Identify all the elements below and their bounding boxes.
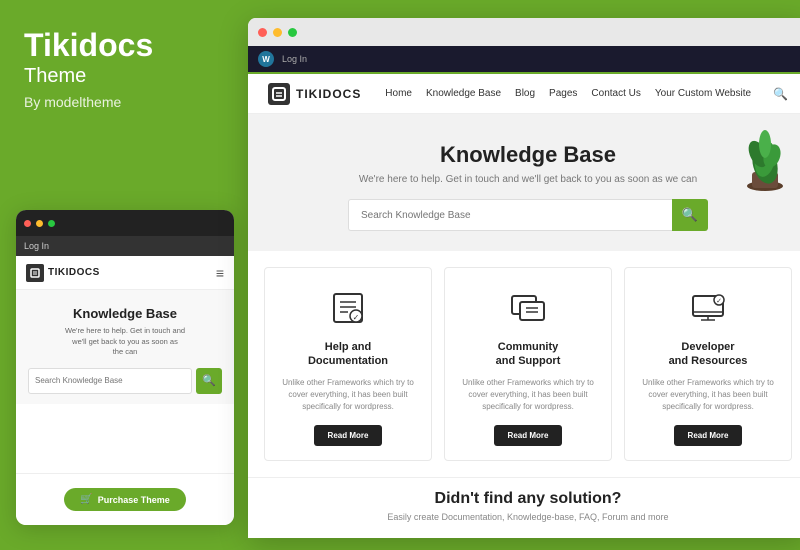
- nav-blog[interactable]: Blog: [515, 88, 535, 99]
- bottom-banner: Didn't find any solution? Easily create …: [248, 477, 800, 528]
- dot-yellow: [36, 220, 43, 227]
- brand-title: Tikidocs: [24, 28, 224, 63]
- mobile-login-bar: Log In: [16, 236, 234, 256]
- card-3-desc: Unlike other Frameworks which try to cov…: [637, 377, 779, 413]
- browser-dot-green: [288, 28, 297, 37]
- nav-home[interactable]: Home: [385, 88, 412, 99]
- mobile-nav: TIKIDOCS ≡: [16, 256, 234, 290]
- browser-dot-yellow: [273, 28, 282, 37]
- card-1-title: Help andDocumentation: [277, 340, 419, 369]
- site-logo: TIKIDOCS: [268, 83, 361, 105]
- hero-search-input[interactable]: [348, 199, 672, 231]
- card-icon-developer: ✓: [686, 286, 730, 330]
- mobile-login-label: Log In: [24, 241, 49, 251]
- mobile-logo-icon: [26, 264, 44, 282]
- browser-chrome: [248, 18, 800, 46]
- mobile-logo: TIKIDOCS: [26, 264, 100, 282]
- hero-subtitle: We're here to help. Get in touch and we'…: [268, 174, 788, 185]
- card-developer: ✓ Developerand Resources Unlike other Fr…: [624, 267, 792, 461]
- site-logo-icon: [268, 83, 290, 105]
- purchase-icon: 🛒: [80, 494, 92, 505]
- browser-topbar-login: Log In: [282, 54, 307, 64]
- nav-search-icon[interactable]: 🔍: [773, 87, 788, 101]
- mobile-card-topbar: [16, 210, 234, 236]
- mobile-search-button[interactable]: 🔍: [196, 368, 222, 394]
- nav-contact[interactable]: Contact Us: [591, 88, 640, 99]
- nav-custom[interactable]: Your Custom Website: [655, 88, 751, 99]
- card-3-title: Developerand Resources: [637, 340, 779, 369]
- wp-icon: W: [258, 51, 274, 67]
- mobile-hero-title: Knowledge Base: [28, 306, 222, 321]
- hamburger-icon[interactable]: ≡: [216, 265, 224, 281]
- svg-text:✓: ✓: [716, 298, 722, 305]
- card-2-btn[interactable]: Read More: [494, 425, 563, 446]
- card-1-btn[interactable]: Read More: [314, 425, 383, 446]
- mobile-search-input[interactable]: [28, 368, 192, 394]
- hero-section: Knowledge Base We're here to help. Get i…: [248, 114, 800, 251]
- site-logo-text: TIKIDOCS: [296, 87, 361, 101]
- nav-kb[interactable]: Knowledge Base: [426, 88, 501, 99]
- hero-search-row: 🔍: [348, 199, 708, 231]
- card-3-btn[interactable]: Read More: [674, 425, 743, 446]
- browser-topbar: W Log In: [248, 46, 800, 72]
- mobile-preview-card: Log In TIKIDOCS ≡ Knowledge Base We're h…: [16, 210, 234, 525]
- mobile-hero: Knowledge Base We're here to help. Get i…: [16, 290, 234, 404]
- mobile-bottom-bar: 🛒 Purchase Theme: [16, 473, 234, 525]
- mobile-logo-text: TIKIDOCS: [48, 267, 100, 278]
- dot-green: [48, 220, 55, 227]
- plant-decoration: [730, 114, 800, 194]
- bottom-sub: Easily create Documentation, Knowledge-b…: [268, 512, 788, 522]
- card-icon-community: [506, 286, 550, 330]
- bottom-title: Didn't find any solution?: [268, 490, 788, 508]
- purchase-theme-button[interactable]: 🛒 Purchase Theme: [64, 488, 185, 511]
- site-nav: TIKIDOCS Home Knowledge Base Blog Pages …: [248, 74, 800, 114]
- card-2-title: Communityand Support: [457, 340, 599, 369]
- card-2-desc: Unlike other Frameworks which try to cov…: [457, 377, 599, 413]
- card-community: Communityand Support Unlike other Framew…: [444, 267, 612, 461]
- browser-dot-red: [258, 28, 267, 37]
- cards-section: ✓ Help andDocumentation Unlike other Fra…: [248, 251, 800, 477]
- purchase-label: Purchase Theme: [98, 495, 170, 505]
- card-help-docs: ✓ Help andDocumentation Unlike other Fra…: [264, 267, 432, 461]
- nav-pages[interactable]: Pages: [549, 88, 577, 99]
- mobile-hero-sub: We're here to help. Get in touch andwe'l…: [28, 326, 222, 358]
- card-icon-help: ✓: [326, 286, 370, 330]
- browser-window: W Log In TIKIDOCS Home Knowledge Base Bl…: [248, 18, 800, 538]
- nav-links: Home Knowledge Base Blog Pages Contact U…: [385, 87, 788, 101]
- dot-red: [24, 220, 31, 227]
- left-panel: Tikidocs Theme By modeltheme Log In TIKI…: [0, 0, 248, 550]
- mobile-search-row: 🔍: [28, 368, 222, 394]
- brand-by: By modeltheme: [24, 94, 224, 110]
- hero-search-button[interactable]: 🔍: [672, 199, 708, 231]
- svg-text:✓: ✓: [353, 313, 360, 322]
- card-1-desc: Unlike other Frameworks which try to cov…: [277, 377, 419, 413]
- hero-title: Knowledge Base: [268, 142, 788, 168]
- brand-subtitle: Theme: [24, 65, 224, 88]
